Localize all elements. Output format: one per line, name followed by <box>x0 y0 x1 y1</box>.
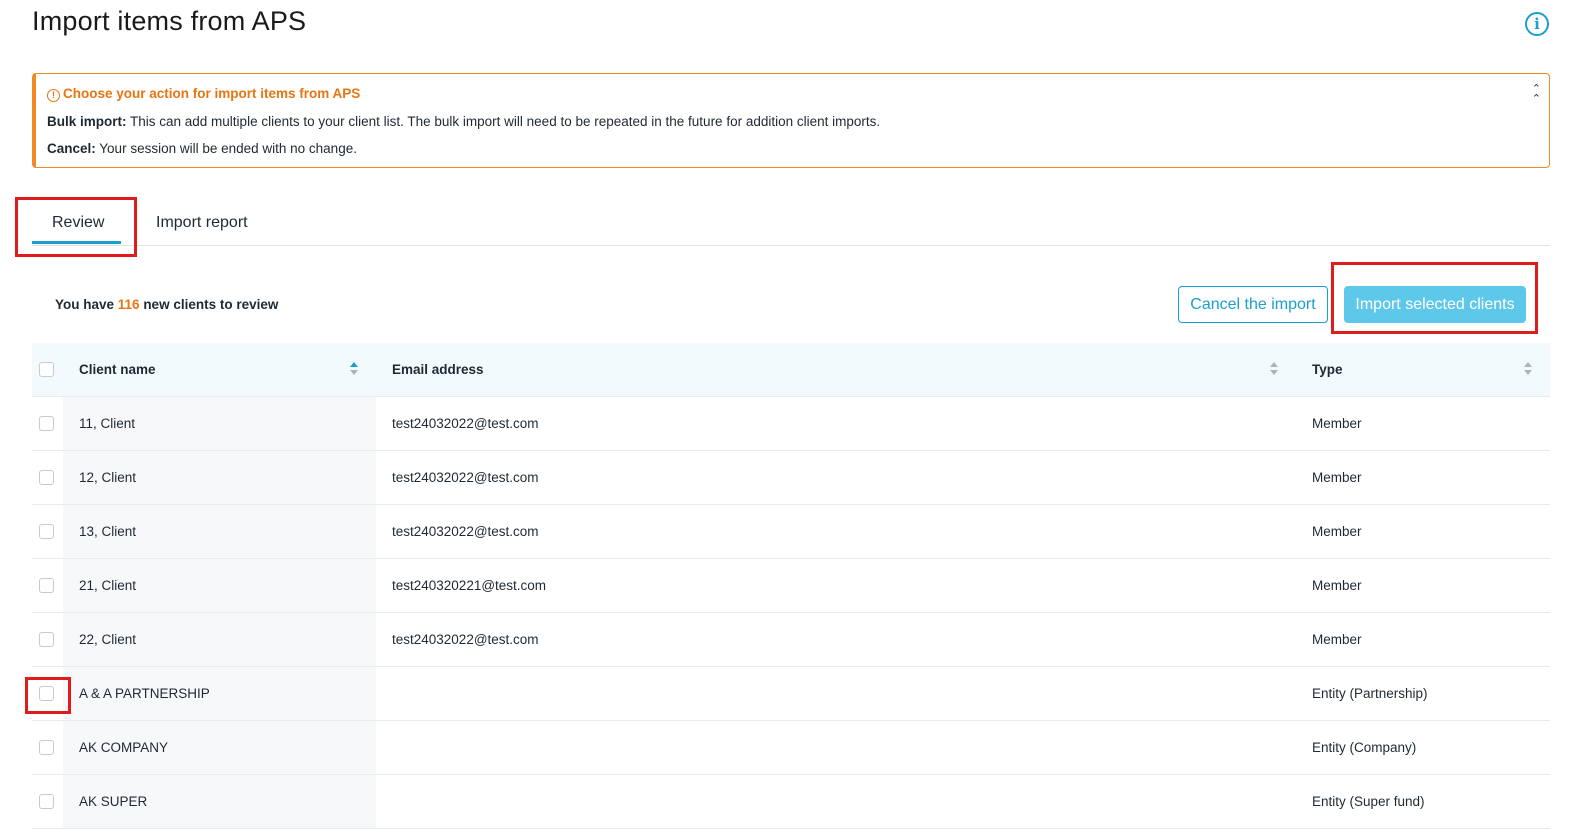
review-summary: You have 116 new clients to review <box>55 297 278 312</box>
action-alert: ! Choose your action for import items fro… <box>32 73 1550 168</box>
summary-prefix: You have <box>55 297 118 312</box>
table-body: 11, Client test24032022@test.com Member 12,… <box>32 397 1550 829</box>
select-all-checkbox[interactable] <box>39 362 54 377</box>
active-tab-indicator <box>32 241 121 244</box>
sort-client-name-icon[interactable] <box>350 362 359 378</box>
table-row[interactable]: 22, Client test24032022@test.com Member <box>32 613 1550 667</box>
warning-icon: ! <box>47 89 60 102</box>
table-row[interactable]: AK COMPANY Entity (Company) <box>32 721 1550 775</box>
row-checkbox[interactable] <box>39 524 54 539</box>
email-cell: test24032022@test.com <box>392 470 539 485</box>
type-cell: Member <box>1312 578 1362 593</box>
email-cell: test24032022@test.com <box>392 632 539 647</box>
client-name-cell: 21, Client <box>79 578 137 593</box>
column-header-email[interactable]: Email address <box>392 343 484 396</box>
column-header-client-name[interactable]: Client name <box>79 343 156 396</box>
email-cell: test24032022@test.com <box>392 524 539 539</box>
table-row[interactable]: AK SUPER Entity (Super fund) <box>32 775 1550 829</box>
bulk-import-description: Bulk import: This can add multiple clien… <box>47 114 880 129</box>
bulk-import-text: This can add multiple clients to your cl… <box>126 114 881 129</box>
type-cell: Member <box>1312 524 1362 539</box>
import-selected-clients-button[interactable]: Import selected clients <box>1344 286 1526 323</box>
sort-type-icon[interactable] <box>1524 362 1533 378</box>
summary-suffix: new clients to review <box>139 297 279 312</box>
client-name-cell: 11, Client <box>79 416 136 431</box>
table-row[interactable]: 11, Client test24032022@test.com Member <box>32 397 1550 451</box>
summary-count: 116 <box>117 297 140 312</box>
row-checkbox[interactable] <box>39 740 54 755</box>
info-icon[interactable]: i <box>1525 12 1549 36</box>
table-row[interactable]: A & A PARTNERSHIP Entity (Partnership) <box>32 667 1550 721</box>
row-checkbox[interactable] <box>39 686 54 701</box>
table-row[interactable]: 13, Client test24032022@test.com Member <box>32 505 1550 559</box>
row-checkbox[interactable] <box>39 416 54 431</box>
tab-review[interactable]: Review <box>52 214 104 232</box>
cancel-label: Cancel: <box>47 141 96 156</box>
type-cell: Entity (Partnership) <box>1312 686 1428 701</box>
client-name-cell: A & A PARTNERSHIP <box>79 686 210 701</box>
tab-import-report[interactable]: Import report <box>156 214 248 232</box>
cancel-import-button[interactable]: Cancel the import <box>1178 286 1328 323</box>
client-name-cell: 13, Client <box>79 524 137 539</box>
tab-bar: Review Import report <box>32 204 1550 246</box>
row-checkbox[interactable] <box>39 632 54 647</box>
column-header-type[interactable]: Type <box>1312 343 1343 396</box>
page-title: Import items from APS <box>32 6 307 36</box>
sort-email-icon[interactable] <box>1270 362 1279 378</box>
client-name-cell: AK SUPER <box>79 794 148 809</box>
table-row[interactable]: 21, Client test240320221@test.com Member <box>32 559 1550 613</box>
type-cell: Member <box>1312 632 1362 647</box>
cancel-description: Cancel: Your session will be ended with … <box>47 141 357 156</box>
email-cell: test24032022@test.com <box>392 416 539 431</box>
table-header: Client name Email address Type <box>32 343 1550 397</box>
client-name-cell: AK COMPANY <box>79 740 169 755</box>
type-cell: Member <box>1312 470 1362 485</box>
row-checkbox[interactable] <box>39 470 54 485</box>
alert-title: ! Choose your action for import items fro… <box>47 86 360 102</box>
row-checkbox[interactable] <box>39 578 54 593</box>
type-cell: Entity (Super fund) <box>1312 794 1425 809</box>
type-cell: Member <box>1312 416 1362 431</box>
row-checkbox[interactable] <box>39 794 54 809</box>
chevron-double-up-icon[interactable]: ⌃ ⌃ <box>1532 84 1541 105</box>
client-name-cell: 22, Client <box>79 632 137 647</box>
alert-title-text: Choose your action for import items from… <box>63 86 361 101</box>
cancel-text: Your session will be ended with no chang… <box>95 141 357 156</box>
clients-table: Client name Email address Type 11, Clien… <box>32 343 1550 829</box>
client-name-cell: 12, Client <box>79 470 137 485</box>
type-cell: Entity (Company) <box>1312 740 1417 755</box>
bulk-import-label: Bulk import: <box>47 114 127 129</box>
email-cell: test240320221@test.com <box>392 578 547 593</box>
table-row[interactable]: 12, Client test24032022@test.com Member <box>32 451 1550 505</box>
